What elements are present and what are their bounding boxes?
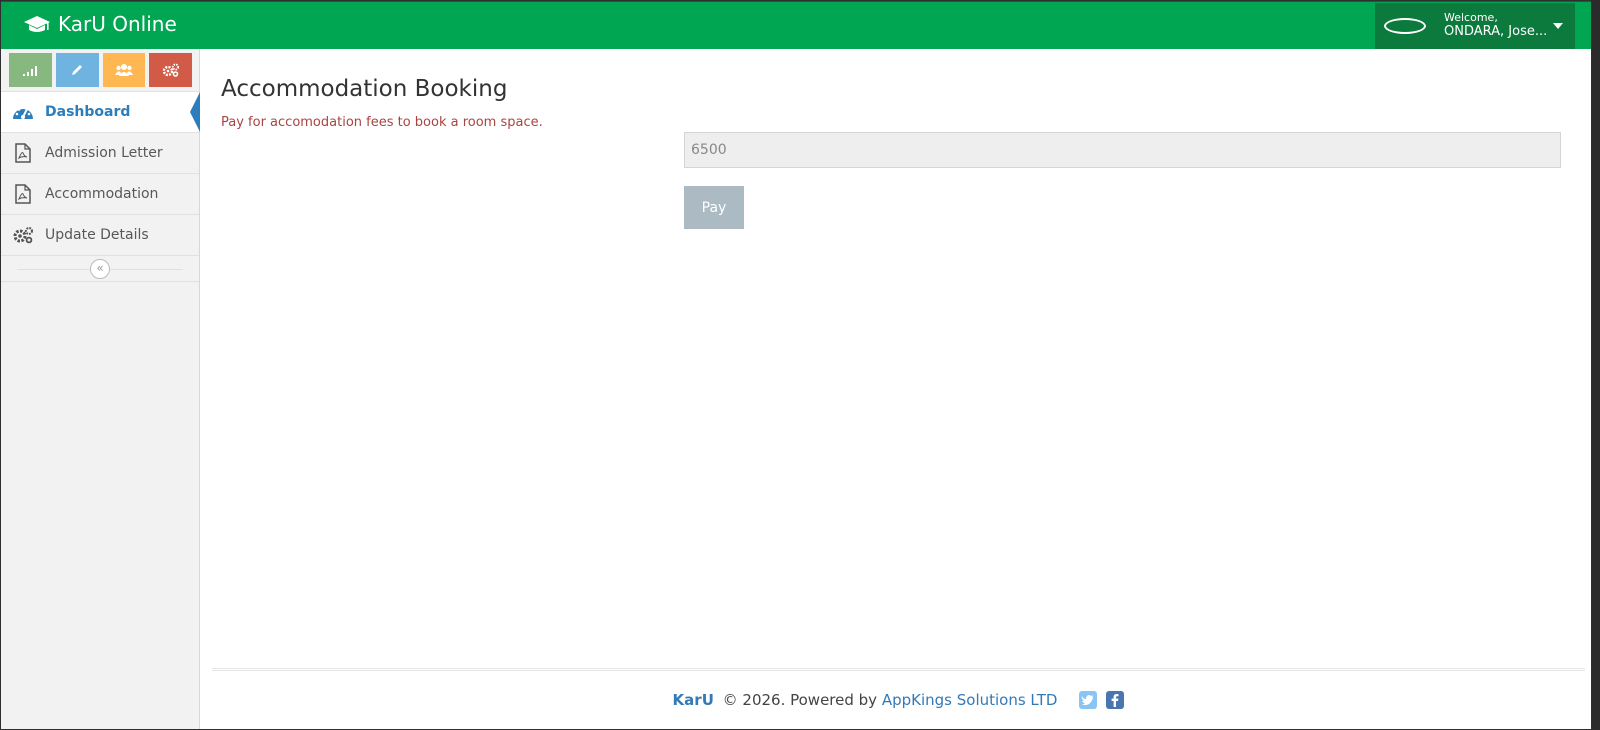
sidebar-item-label: Update Details xyxy=(45,227,149,243)
sidebar-item-dashboard[interactable]: Dashboard xyxy=(1,91,200,132)
footer: KarU © 2026. Powered by AppKings Solutio… xyxy=(212,668,1585,729)
main-content: Accommodation Booking Pay for accomodati… xyxy=(200,49,1591,729)
sidebar-item-admission-letter[interactable]: Admission Letter xyxy=(1,132,199,173)
user-welcome: Welcome, ONDARA, Jose... xyxy=(1444,12,1547,40)
user-menu[interactable]: Welcome, ONDARA, Jose... xyxy=(1375,3,1575,49)
sidebar-nav: Dashboard Admission Letter Accommodation… xyxy=(1,91,200,255)
graduation-cap-icon xyxy=(24,16,50,32)
footer-text: © 2026. Powered by xyxy=(717,691,882,709)
twitter-icon[interactable] xyxy=(1079,691,1098,709)
pdf-file-icon xyxy=(1,143,45,163)
social-links xyxy=(1079,691,1125,709)
room-cost-input[interactable] xyxy=(684,132,1561,168)
shortcut-cogs-button[interactable] xyxy=(149,53,192,87)
shortcut-pencil-button[interactable] xyxy=(55,53,99,87)
app-window: KarU Online Welcome, ONDARA, Jose... Das… xyxy=(0,0,1592,730)
users-icon xyxy=(114,64,133,76)
footer-company-link[interactable]: AppKings Solutions LTD xyxy=(882,691,1058,709)
double-chevron-left-icon: « xyxy=(96,261,104,275)
signal-icon xyxy=(23,66,38,76)
pdf-file-icon xyxy=(1,184,45,204)
top-navbar: KarU Online Welcome, ONDARA, Jose... xyxy=(1,1,1591,49)
pay-button[interactable]: Pay xyxy=(684,186,744,229)
cogs-icon xyxy=(1,226,45,244)
brand-name: KarU Online xyxy=(58,12,177,36)
dashboard-icon xyxy=(1,103,45,121)
shortcut-signal-button[interactable] xyxy=(9,53,52,87)
sidebar: Dashboard Admission Letter Accommodation… xyxy=(1,49,200,729)
sidebar-item-accommodation[interactable]: Accommodation xyxy=(1,173,199,214)
brand-link[interactable]: KarU Online xyxy=(23,12,177,36)
caret-down-icon xyxy=(1553,23,1563,29)
page-title: Accommodation Booking xyxy=(221,76,508,102)
sidebar-item-update-details[interactable]: Update Details xyxy=(1,214,199,255)
sidebar-item-label: Admission Letter xyxy=(45,145,163,161)
footer-brand-link[interactable]: KarU xyxy=(673,691,714,709)
pencil-icon xyxy=(72,65,83,75)
sidebar-collapse-row: « xyxy=(1,255,199,282)
avatar xyxy=(1384,18,1426,34)
facebook-icon[interactable] xyxy=(1106,691,1125,709)
cogs-icon xyxy=(162,63,179,77)
collapse-sidebar-button[interactable]: « xyxy=(90,259,110,279)
page-subtitle: Pay for accomodation fees to book a room… xyxy=(221,115,543,130)
sidebar-item-label: Accommodation xyxy=(45,186,159,202)
user-name: ONDARA, Jose... xyxy=(1444,23,1548,39)
footer-content: KarU © 2026. Powered by AppKings Solutio… xyxy=(212,691,1585,709)
sidebar-item-label: Dashboard xyxy=(45,104,131,120)
shortcut-users-button[interactable] xyxy=(102,53,146,87)
sidebar-shortcuts xyxy=(1,49,199,91)
welcome-text: Welcome, xyxy=(1444,11,1498,25)
